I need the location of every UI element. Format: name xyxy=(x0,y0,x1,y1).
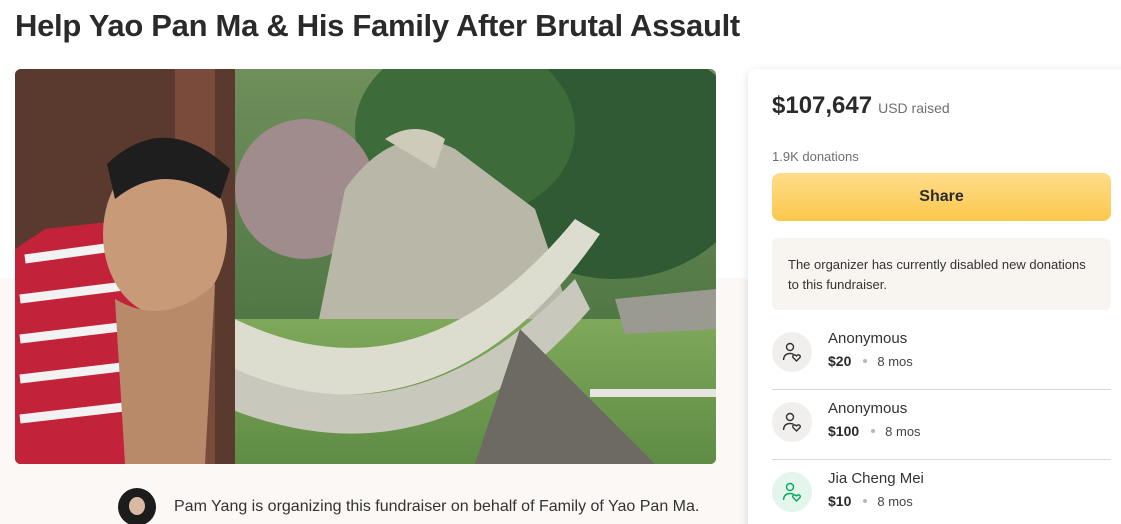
separator-dot xyxy=(863,359,868,363)
donor-time: 8 mos xyxy=(877,353,913,369)
organizer-avatar[interactable] xyxy=(118,488,156,524)
list-item: Anonymous $100 8 mos xyxy=(772,390,1111,460)
organizer-row: Pam Yang is organizing this fundraiser o… xyxy=(118,488,700,524)
donations-disabled-notice: The organizer has currently disabled new… xyxy=(772,238,1111,310)
donor-meta: $20 8 mos xyxy=(828,353,913,369)
page-title: Help Yao Pan Ma & His Family After Bruta… xyxy=(15,8,740,43)
donor-name: Anonymous xyxy=(828,330,908,347)
amount-raised: $107,647 USD raised xyxy=(772,92,950,120)
donor-meta: $100 8 mos xyxy=(828,423,921,439)
donor-name: Anonymous xyxy=(828,400,908,417)
donor-amount: $20 xyxy=(828,353,852,369)
amount-suffix: USD raised xyxy=(878,100,950,116)
amount-value: $107,647 xyxy=(772,92,873,119)
donor-amount: $100 xyxy=(828,423,860,439)
separator-dot xyxy=(863,499,868,503)
hero-image xyxy=(15,69,716,464)
donor-meta: $10 8 mos xyxy=(828,493,913,509)
separator-dot xyxy=(871,429,876,433)
donation-sidebar-card: $107,647 USD raised 1.9K donations Share… xyxy=(748,69,1121,524)
list-item: Anonymous $20 8 mos xyxy=(772,320,1111,390)
donor-amount: $10 xyxy=(828,493,852,509)
donor-time: 8 mos xyxy=(877,493,913,509)
donor-heart-icon xyxy=(772,472,812,512)
list-item: Jia Cheng Mei $10 8 mos xyxy=(772,460,1111,524)
donor-heart-icon xyxy=(772,332,812,372)
organizer-text: Pam Yang is organizing this fundraiser o… xyxy=(174,498,700,515)
donor-name: Jia Cheng Mei xyxy=(828,470,924,487)
donor-heart-icon xyxy=(772,402,812,442)
donor-time: 8 mos xyxy=(885,423,921,439)
share-button[interactable]: Share xyxy=(772,173,1111,221)
donations-count[interactable]: 1.9K donations xyxy=(772,149,859,164)
